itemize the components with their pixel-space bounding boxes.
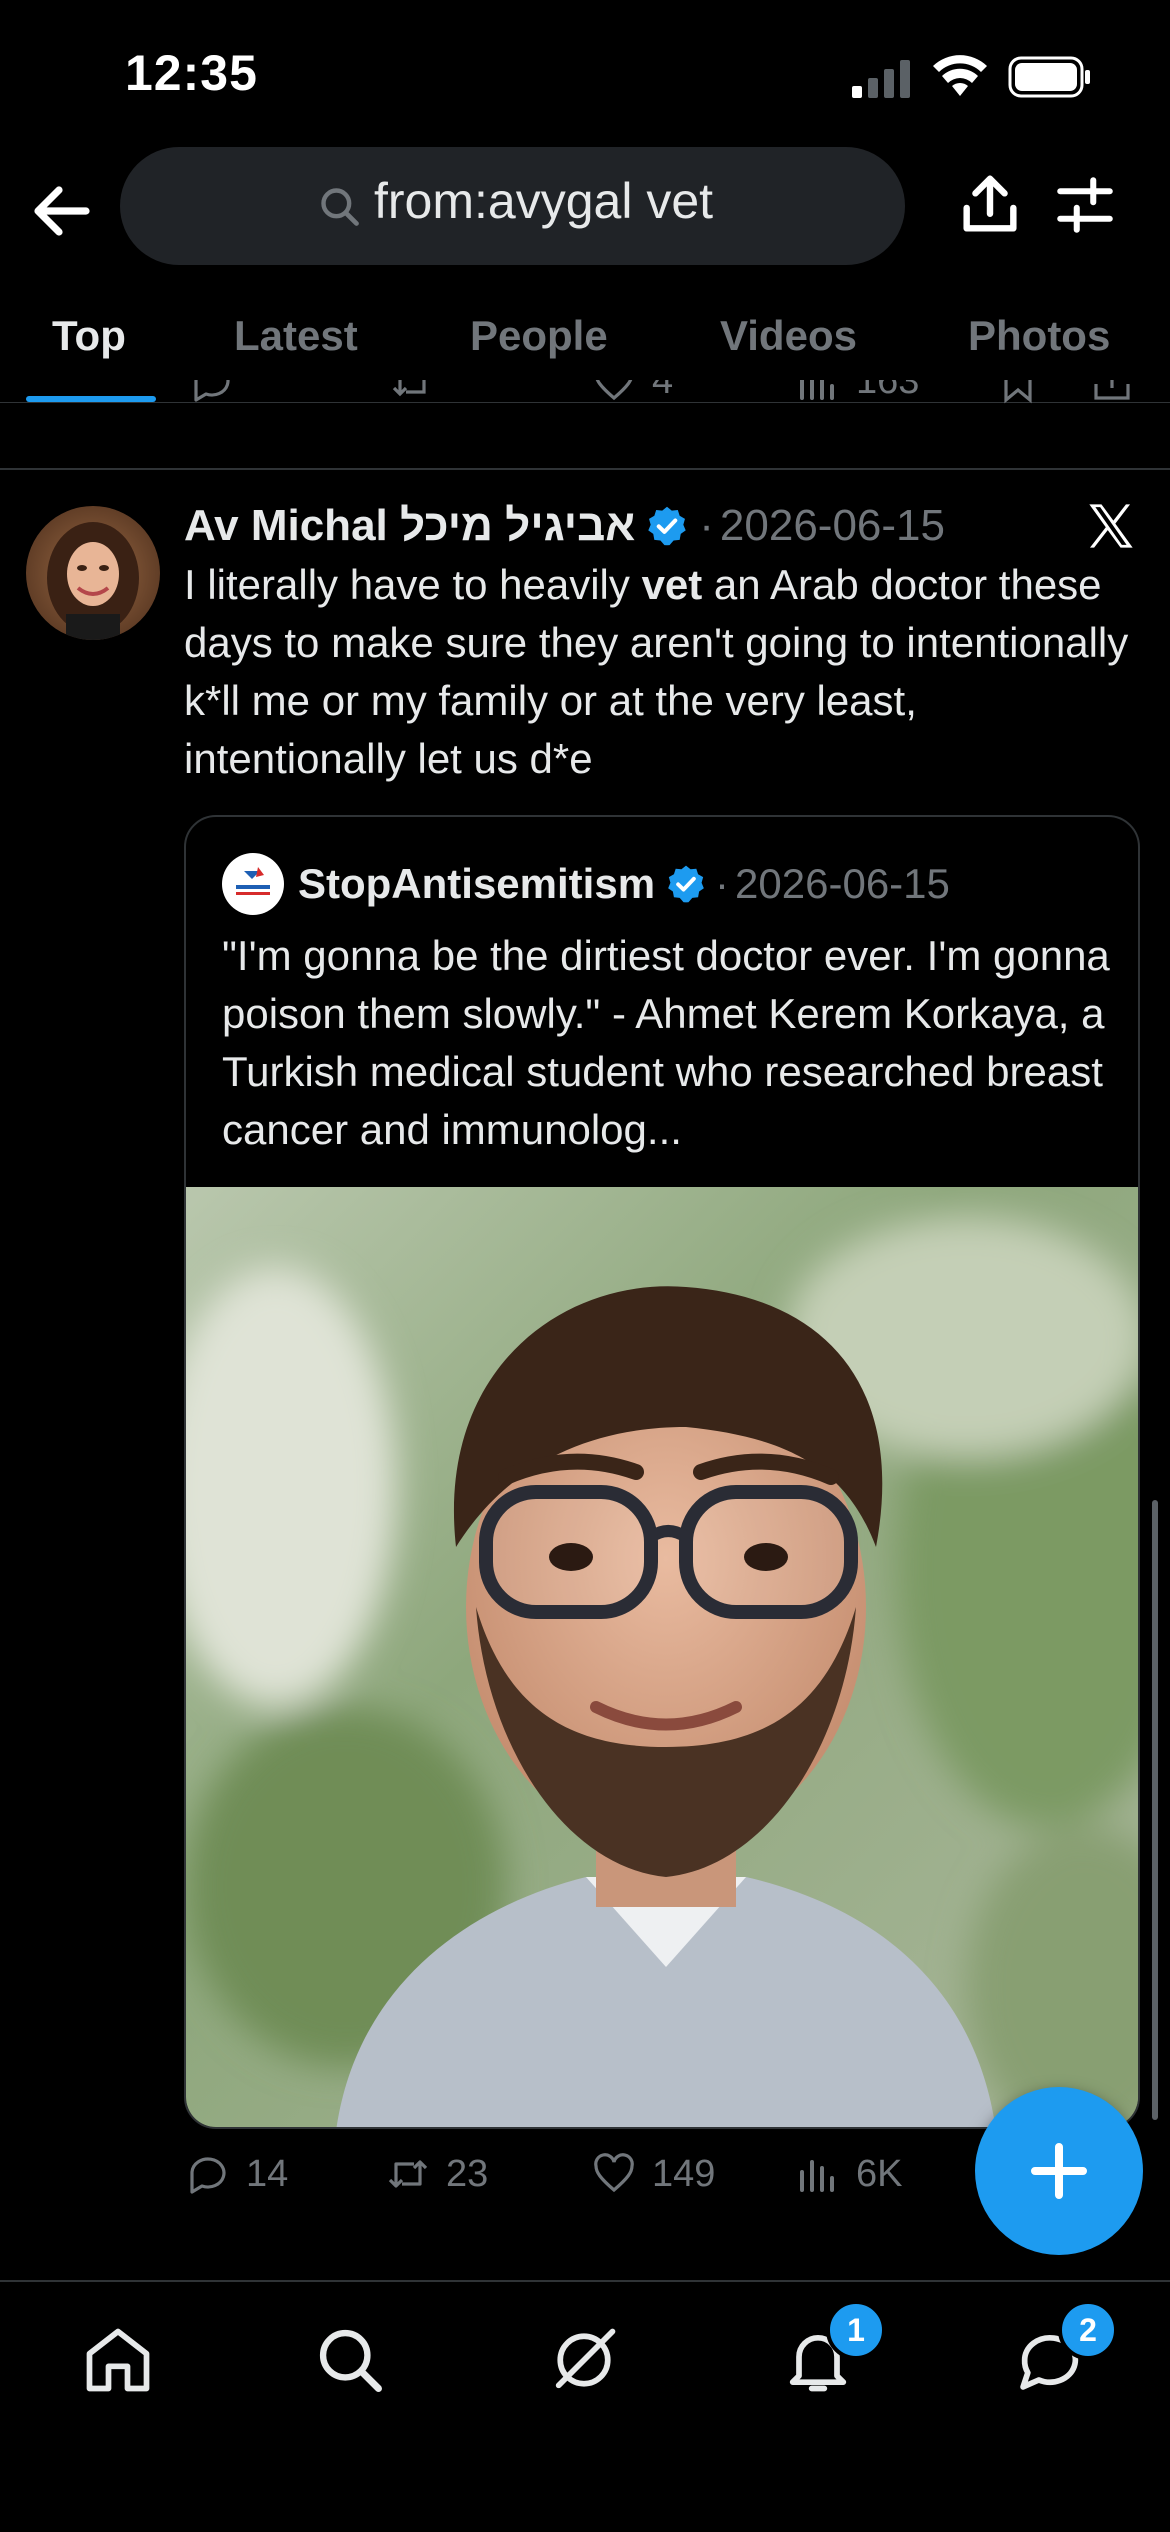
share-icon[interactable] — [1088, 380, 1136, 406]
quote-photo[interactable] — [186, 1187, 1140, 2129]
reply-button[interactable]: 14 — [184, 2150, 288, 2198]
quote-date[interactable]: 2026-06-15 — [735, 860, 950, 908]
tweet-text: I literally have to heavily vet an Arab … — [184, 556, 1134, 788]
bottom-nav: 1 2 — [0, 2282, 1170, 2532]
like-icon[interactable] — [590, 380, 638, 406]
tab-photos[interactable]: Photos — [968, 312, 1110, 360]
verified-badge-icon — [668, 865, 704, 903]
compose-button[interactable] — [975, 2087, 1143, 2255]
tab-latest[interactable]: Latest — [234, 312, 358, 360]
views-icon — [800, 2160, 834, 2192]
tweet-text-highlight: vet — [641, 561, 703, 608]
tweet-date[interactable]: 2026-06-15 — [720, 501, 945, 551]
repost-button[interactable]: 23 — [384, 2150, 488, 2198]
repost-icon — [388, 2160, 428, 2188]
divider — [0, 468, 1170, 470]
view-count: 6K — [856, 2152, 903, 2195]
bookmark-icon[interactable] — [994, 380, 1042, 406]
author-name[interactable]: Av Michal אביגיל מיכל — [184, 501, 635, 551]
quote-header: StopAntisemitism · 2026-06-15 — [298, 855, 950, 913]
wifi-icon — [933, 55, 987, 96]
views-button[interactable]: 6K — [794, 2150, 902, 2198]
verified-badge-icon — [648, 506, 686, 546]
avatar[interactable] — [26, 506, 160, 640]
quoted-tweet-card[interactable]: StopAntisemitism · 2026-06-15 "I'm gonna… — [184, 815, 1140, 2129]
quote-text: "I'm gonna be the dirtiest doctor ever. … — [222, 932, 1110, 1153]
tweet-text-part: I literally have to heavily — [184, 561, 642, 608]
tweet-action-bar: 14 23 149 6K — [184, 2150, 984, 2214]
clock: 12:35 — [125, 45, 258, 101]
back-arrow-icon[interactable] — [26, 175, 98, 247]
quote-avatar[interactable] — [222, 853, 284, 915]
view-count: 163 — [856, 380, 920, 402]
home-icon[interactable] — [80, 2322, 156, 2398]
status-bar: 12:35 — [0, 0, 1170, 150]
scrollbar[interactable] — [1152, 1500, 1158, 2120]
separator: · — [699, 501, 714, 550]
like-button[interactable]: 149 — [590, 2150, 715, 2198]
like-count: 149 — [652, 2152, 716, 2195]
battery-icon — [1008, 56, 1090, 98]
reply-icon — [190, 2157, 226, 2194]
tab-top[interactable]: Top — [52, 312, 126, 360]
tab-videos[interactable]: Videos — [720, 312, 857, 360]
reply-count: 14 — [246, 2152, 289, 2195]
search-query[interactable]: from:avygal vet — [374, 172, 713, 230]
share-icon[interactable] — [955, 170, 1025, 240]
grok-icon[interactable] — [546, 2322, 622, 2398]
repost-count: 23 — [446, 2152, 489, 2195]
search-icon — [321, 188, 359, 226]
x-logo-icon — [1089, 504, 1133, 548]
separator: · — [715, 860, 730, 907]
filter-settings-icon[interactable] — [1052, 172, 1118, 238]
views-icon[interactable] — [794, 380, 842, 406]
home-indicator — [398, 2500, 772, 2514]
previous-tweet-actions: 4 163 — [0, 380, 1170, 428]
messages-badge: 2 — [1058, 2300, 1118, 2360]
like-icon — [594, 2153, 634, 2193]
plus-icon — [1031, 2143, 1087, 2199]
like-count: 4 — [652, 380, 674, 402]
repost-icon[interactable] — [388, 380, 436, 406]
cellular-signal-icon — [852, 60, 910, 98]
reply-icon[interactable] — [188, 380, 236, 406]
notifications-badge: 1 — [826, 2300, 886, 2360]
search-icon[interactable] — [312, 2322, 388, 2398]
tab-people[interactable]: People — [470, 312, 608, 360]
quote-author-name[interactable]: StopAntisemitism — [298, 860, 655, 908]
tweet-header: Av Michal אביגיל מיכל · 2026-06-15 — [184, 498, 945, 554]
